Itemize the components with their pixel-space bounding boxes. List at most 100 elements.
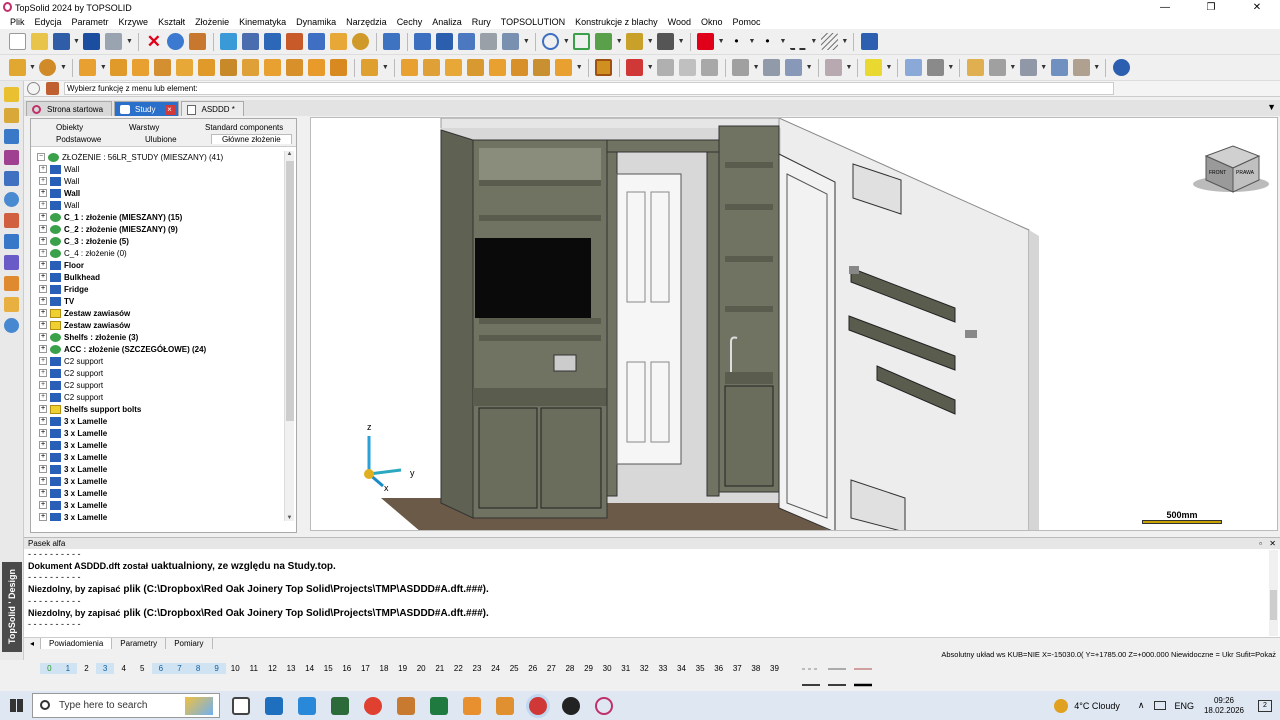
layer-number[interactable]: 32 bbox=[635, 663, 654, 674]
tab-parameters[interactable]: Parametry bbox=[112, 638, 167, 649]
expand-icon[interactable]: + bbox=[39, 225, 47, 233]
close-panel-icon[interactable]: ✕ bbox=[1269, 538, 1276, 549]
tab-scroll-left-icon[interactable]: ◂ bbox=[24, 638, 42, 649]
print-dropdown-icon[interactable]: ▼ bbox=[126, 38, 133, 45]
expand-icon[interactable]: + bbox=[39, 297, 47, 305]
part-icon[interactable] bbox=[4, 171, 19, 186]
report-icon[interactable] bbox=[763, 59, 781, 76]
scroll-thumb[interactable] bbox=[286, 161, 294, 421]
layer-number[interactable]: 33 bbox=[654, 663, 673, 674]
machining-icon[interactable] bbox=[679, 59, 697, 76]
edge-band-icon[interactable] bbox=[242, 59, 260, 76]
tree-item[interactable]: +3 x Lamelle bbox=[37, 415, 287, 427]
expand-icon[interactable]: + bbox=[39, 357, 47, 365]
tree-item[interactable]: + C_4 : złożenie (0) bbox=[37, 247, 287, 259]
expand-icon[interactable]: + bbox=[39, 405, 47, 413]
furniture-icon[interactable] bbox=[4, 297, 19, 312]
scroll-up-icon[interactable]: ▲ bbox=[285, 151, 294, 157]
view-cube[interactable]: FRONT PRAWA bbox=[1193, 145, 1269, 193]
menu-item[interactable]: Konstrukcje z blachy bbox=[575, 17, 658, 27]
document-properties-icon[interactable] bbox=[83, 33, 101, 50]
zoom-fit-icon[interactable] bbox=[573, 33, 591, 50]
expand-icon[interactable]: + bbox=[39, 201, 47, 209]
expand-icon[interactable]: + bbox=[39, 165, 47, 173]
tree-item[interactable]: + C2 support bbox=[37, 379, 287, 391]
layer-number[interactable]: 23 bbox=[468, 663, 487, 674]
expand-icon[interactable]: + bbox=[39, 237, 47, 245]
chrome-active-icon[interactable] bbox=[529, 696, 547, 715]
layer-number[interactable]: 10 bbox=[226, 663, 245, 674]
parts-icon[interactable] bbox=[1019, 59, 1037, 76]
layer-number[interactable]: 17 bbox=[356, 663, 375, 674]
hinge-icon[interactable] bbox=[489, 59, 507, 76]
layer-number[interactable]: 1 bbox=[58, 663, 78, 674]
close-button[interactable]: ✕ bbox=[1234, 0, 1280, 15]
store-icon[interactable] bbox=[265, 696, 283, 715]
tree-item[interactable]: + C_3 : złożenie (5) bbox=[37, 235, 287, 247]
tab-notifications[interactable]: Powiadomienia bbox=[41, 638, 113, 649]
tree-item[interactable]: +3 x Lamelle bbox=[37, 463, 287, 475]
frame-icon[interactable] bbox=[220, 59, 238, 76]
expand-icon[interactable]: + bbox=[39, 501, 47, 509]
gear-icon[interactable] bbox=[926, 59, 944, 76]
line-style-swatches[interactable] bbox=[798, 663, 878, 691]
expand-icon[interactable]: + bbox=[39, 453, 47, 461]
expand-icon[interactable]: + bbox=[39, 177, 47, 185]
drill-icon[interactable] bbox=[701, 59, 719, 76]
undo-icon[interactable] bbox=[167, 33, 185, 50]
bom-icon[interactable] bbox=[785, 59, 803, 76]
tree-item[interactable]: + Wall bbox=[37, 187, 287, 199]
expand-icon[interactable]: + bbox=[39, 261, 47, 269]
task-view-icon[interactable] bbox=[232, 696, 250, 715]
handle-icon[interactable] bbox=[511, 59, 529, 76]
curve-icon[interactable] bbox=[4, 108, 19, 123]
delete-icon[interactable]: ✕ bbox=[145, 33, 162, 50]
tree-item[interactable]: + Shelfs : złożenie (3) bbox=[37, 331, 287, 343]
tree-item[interactable]: + Zestaw zawiasów bbox=[37, 307, 287, 319]
dowel-icon[interactable] bbox=[423, 59, 441, 76]
zoom-icon[interactable] bbox=[542, 33, 560, 50]
drafting-icon[interactable] bbox=[4, 234, 19, 249]
render-icon[interactable] bbox=[626, 33, 644, 50]
expand-icon[interactable]: + bbox=[39, 477, 47, 485]
menu-item[interactable]: TOPSOLUTION bbox=[501, 17, 565, 27]
tab-measurements[interactable]: Pomiary bbox=[166, 638, 213, 649]
tree-item[interactable]: +3 x Lamelle bbox=[37, 511, 287, 521]
menu-item[interactable]: Kinematyka bbox=[239, 17, 286, 27]
expand-icon[interactable]: + bbox=[39, 465, 47, 473]
transform-icon[interactable] bbox=[264, 33, 282, 50]
weather-text[interactable]: 4°C Cloudy bbox=[1074, 701, 1120, 711]
print-icon[interactable] bbox=[105, 33, 123, 50]
layer-number[interactable]: 25 bbox=[505, 663, 524, 674]
layer-number[interactable]: 9 bbox=[207, 663, 226, 674]
eraser-icon[interactable] bbox=[189, 33, 207, 50]
tabs-dropdown-icon[interactable]: ▼ bbox=[1267, 102, 1276, 112]
save-icon[interactable] bbox=[52, 33, 70, 50]
taskbar-search[interactable]: Type here to search bbox=[32, 693, 220, 718]
cut-icon[interactable] bbox=[436, 33, 454, 50]
expand-icon[interactable]: + bbox=[39, 189, 47, 197]
export-icon[interactable] bbox=[732, 59, 750, 76]
expand-icon[interactable]: + bbox=[39, 285, 47, 293]
menu-item[interactable]: Rury bbox=[472, 17, 491, 27]
app-c-icon[interactable] bbox=[463, 696, 481, 715]
hide-icon[interactable] bbox=[352, 33, 370, 50]
visibility-icon[interactable] bbox=[308, 33, 326, 50]
expand-icon[interactable]: + bbox=[39, 321, 47, 329]
tenon-icon[interactable] bbox=[308, 59, 326, 76]
expand-icon[interactable]: + bbox=[39, 513, 47, 521]
file-explorer-app-icon[interactable] bbox=[298, 696, 316, 715]
layer-number[interactable]: 20 bbox=[412, 663, 431, 674]
windows-start-icon[interactable] bbox=[10, 699, 23, 712]
fitting-icon[interactable] bbox=[533, 59, 551, 76]
tab-favorites[interactable]: Ulubione bbox=[145, 135, 177, 144]
tree-item[interactable]: + Shelfs support bolts bbox=[37, 403, 287, 415]
layer-number[interactable]: 27 bbox=[542, 663, 561, 674]
layer-number[interactable]: 30 bbox=[598, 663, 617, 674]
layer-number[interactable]: 34 bbox=[672, 663, 691, 674]
app-orange-icon[interactable] bbox=[397, 696, 415, 715]
pin-icon[interactable]: ▫ bbox=[1259, 538, 1262, 549]
surface-icon[interactable] bbox=[4, 150, 19, 165]
layer-number[interactable]: 22 bbox=[449, 663, 468, 674]
clock[interactable]: 09:26 18.02.2026 bbox=[1204, 696, 1244, 716]
